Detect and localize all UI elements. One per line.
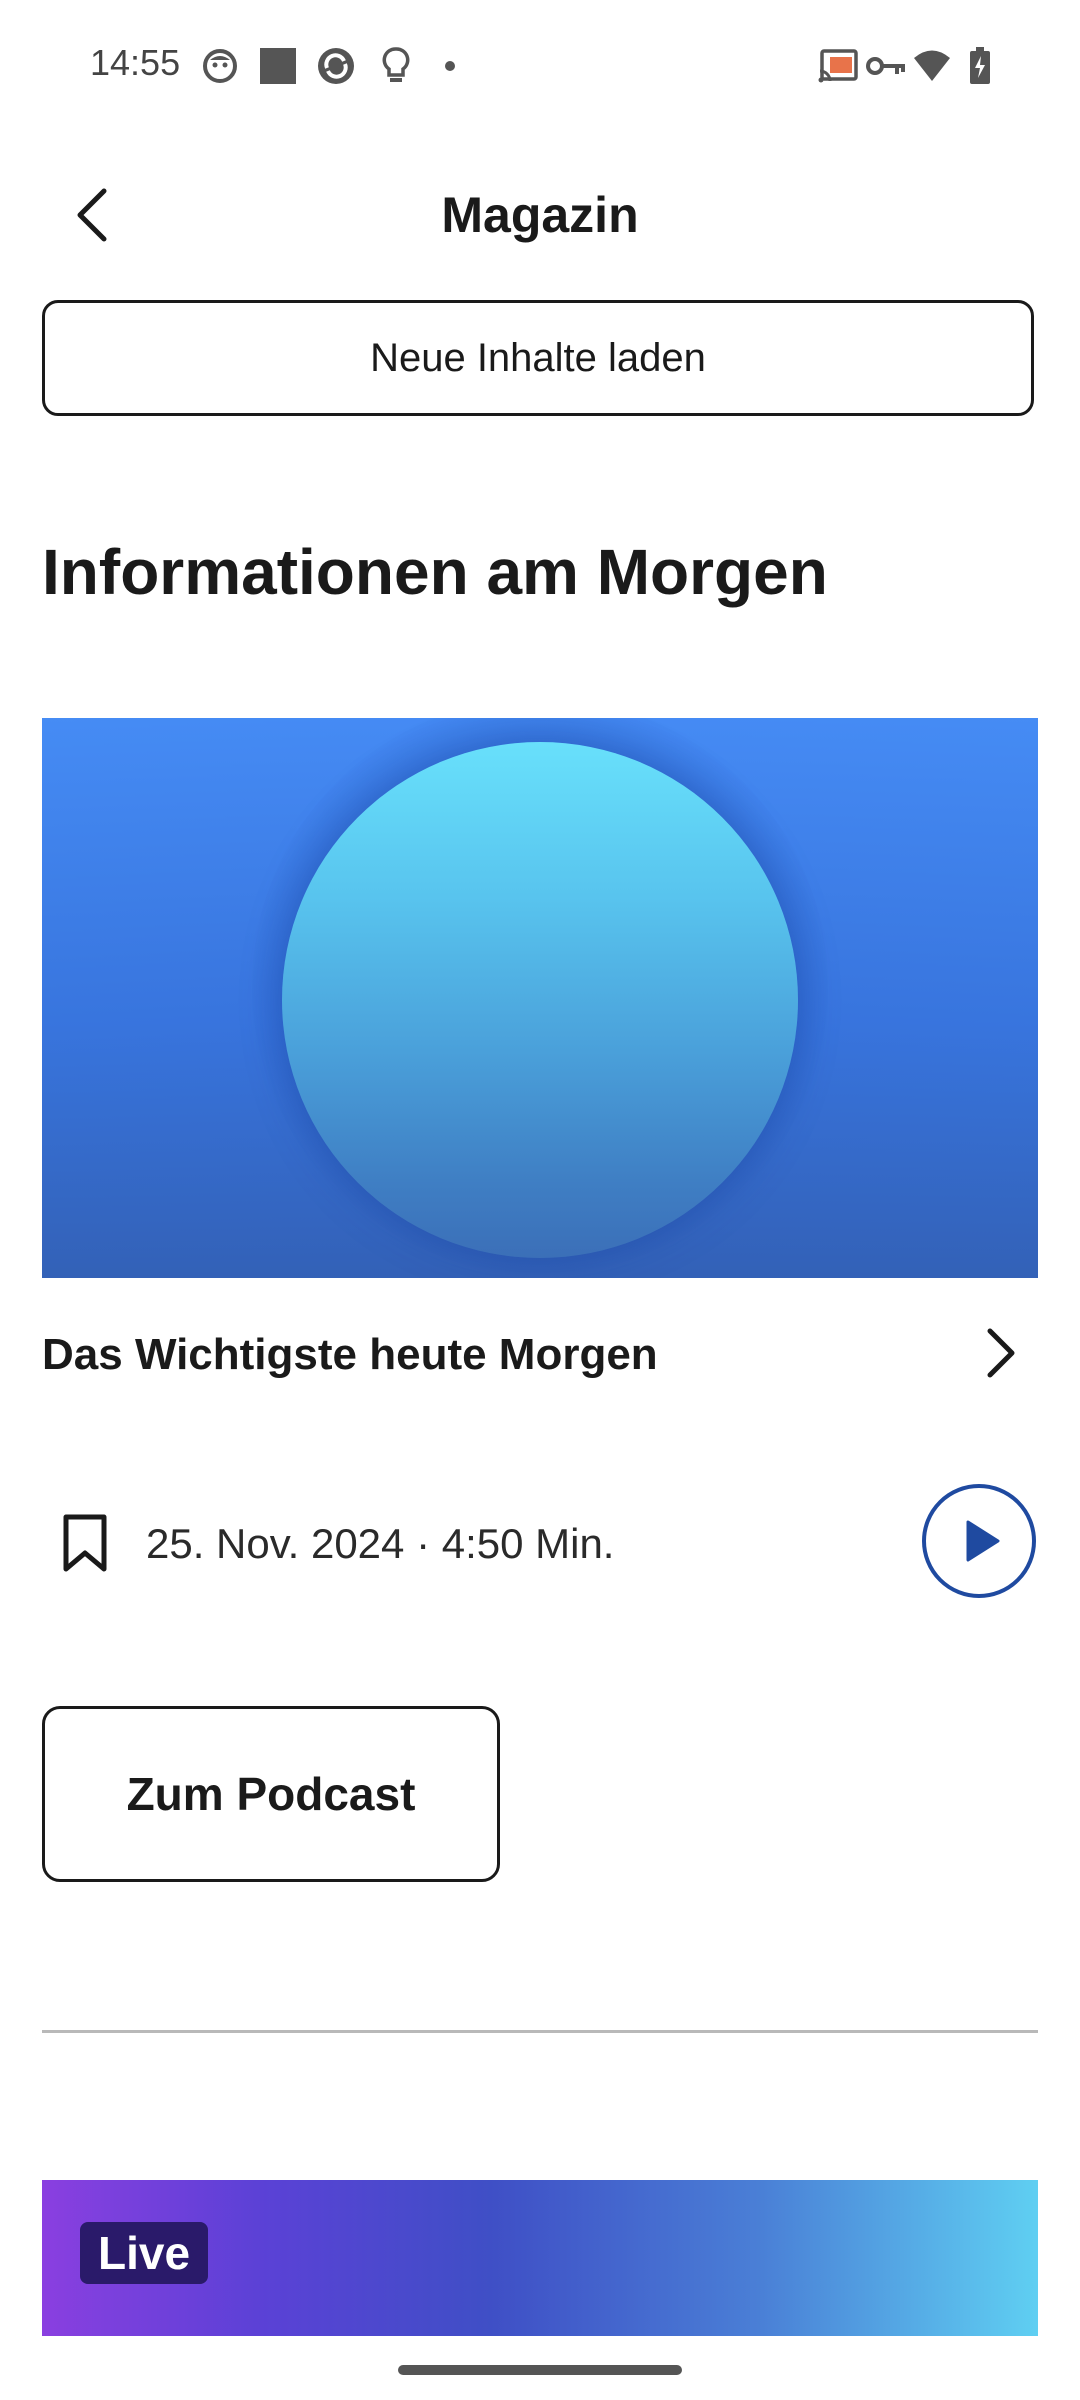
play-button[interactable] [922,1484,1036,1598]
battery-charging-icon [960,46,1000,86]
go-to-podcast-button[interactable]: Zum Podcast [42,1706,500,1882]
play-icon [966,1520,1000,1562]
key-icon [866,46,906,86]
wifi-icon [912,46,952,86]
episode-open-button[interactable] [970,1318,1030,1388]
square-icon [258,46,298,86]
episode-meta: 25. Nov. 2024 · 4:50 Min. [146,1520,615,1567]
load-new-content-button[interactable]: Neue Inhalte laden [42,300,1034,416]
home-indicator[interactable] [398,2365,682,2375]
episode-cover-image[interactable] [42,718,1038,1278]
sunrise-sphere-graphic [282,742,798,1258]
sync-icon [316,46,356,86]
chevron-right-icon [987,1328,1015,1378]
live-badge: Live [80,2222,209,2284]
bookmark-icon [63,1514,107,1572]
face-icon [200,46,240,86]
section-heading: Informationen am Morgen [42,536,828,608]
status-time: 14:55 [90,42,181,83]
go-to-podcast-label: Zum Podcast [126,1768,416,1820]
status-bar: 14:55 [0,0,1080,130]
cast-icon [818,46,858,86]
page-title: Magazin [441,187,639,243]
dot-icon [430,46,470,86]
load-new-content-label: Neue Inhalte laden [370,335,706,380]
divider [42,2030,1038,2033]
episode-title[interactable]: Das Wichtigste heute Morgen [42,1330,658,1380]
bulb-icon [376,46,416,86]
bookmark-button[interactable] [52,1505,118,1581]
